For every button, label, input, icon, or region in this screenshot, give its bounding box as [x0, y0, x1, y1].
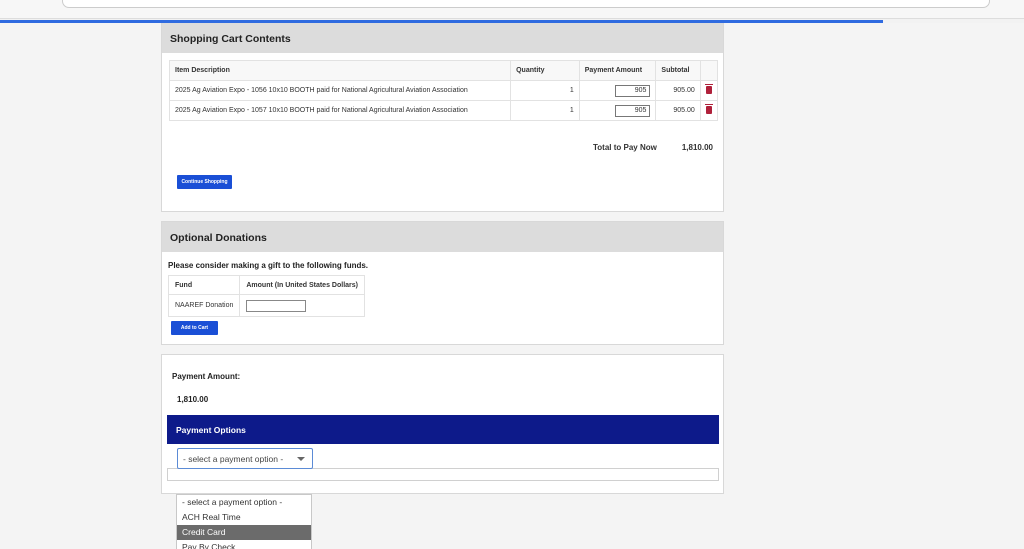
- fund-name: NAAREF Donation: [167, 294, 241, 317]
- total-value: 1,810.00: [681, 143, 713, 152]
- payment-option[interactable]: - select a payment option -: [177, 495, 311, 510]
- trash-icon[interactable]: [704, 83, 713, 94]
- donations-header-row: Fund Amount (In United States Dollars): [167, 275, 365, 295]
- optional-donations-panel: Optional Donations Please consider makin…: [161, 221, 724, 345]
- cart-heading: Shopping Cart Contents: [162, 23, 723, 53]
- payment-details-area: [167, 468, 719, 481]
- browser-toolbar: [0, 0, 1024, 19]
- cart-table: Item Description Quantity Payment Amount…: [168, 60, 719, 121]
- donations-intro: Please consider making a gift to the fol…: [168, 261, 369, 270]
- payment-amount-input[interactable]: 905: [615, 84, 651, 97]
- item-quantity: 1: [510, 100, 580, 121]
- total-label: Total to Pay Now: [593, 143, 657, 152]
- payment-option-dropdown: - select a payment option - ACH Real Tim…: [176, 494, 312, 549]
- col-item-description: Item Description: [168, 60, 512, 81]
- table-row: 2025 Ag Aviation Expo - 1056 10x10 BOOTH…: [168, 80, 719, 101]
- page-content: Shopping Cart Contents Item Description …: [0, 23, 1024, 549]
- add-to-cart-button[interactable]: Add to Cart: [171, 321, 218, 335]
- payment-option-select[interactable]: - select a payment option -: [177, 448, 313, 469]
- payment-options-heading: Payment Options: [167, 415, 719, 444]
- cart-header-row: Item Description Quantity Payment Amount…: [168, 60, 719, 81]
- continue-shopping-button[interactable]: Continue Shopping: [177, 175, 232, 189]
- select-value: - select a payment option -: [183, 454, 284, 464]
- item-description: 2025 Ag Aviation Expo - 1056 10x10 BOOTH…: [168, 80, 512, 101]
- col-quantity: Quantity: [510, 60, 580, 81]
- payment-option[interactable]: Pay By Check: [177, 540, 311, 549]
- trash-icon[interactable]: [704, 103, 713, 114]
- table-row: 2025 Ag Aviation Expo - 1057 10x10 BOOTH…: [168, 100, 719, 121]
- item-description: 2025 Ag Aviation Expo - 1057 10x10 BOOTH…: [168, 100, 512, 121]
- payment-amount-input[interactable]: 905: [615, 104, 651, 117]
- table-row: NAAREF Donation: [167, 294, 365, 317]
- payment-option[interactable]: ACH Real Time: [177, 510, 311, 525]
- item-quantity: 1: [510, 80, 580, 101]
- col-amount: Amount (In United States Dollars): [239, 275, 365, 295]
- item-subtotal: 905.00: [655, 80, 701, 101]
- shopping-cart-panel: Shopping Cart Contents Item Description …: [161, 23, 724, 212]
- payment-amount-value: 1,810.00: [177, 395, 209, 404]
- payment-amount-label: Payment Amount:: [172, 372, 241, 381]
- col-payment-amount: Payment Amount: [578, 60, 657, 81]
- address-bar[interactable]: [62, 0, 990, 8]
- col-fund: Fund: [167, 275, 241, 295]
- donations-heading: Optional Donations: [162, 222, 723, 252]
- donations-table: Fund Amount (In United States Dollars) N…: [167, 275, 365, 317]
- col-actions: [699, 60, 719, 81]
- col-subtotal: Subtotal: [655, 60, 701, 81]
- item-subtotal: 905.00: [655, 100, 701, 121]
- donation-amount-input[interactable]: [246, 299, 307, 312]
- chevron-down-icon: [297, 457, 305, 461]
- payment-panel: Payment Amount: 1,810.00 Payment Options…: [161, 354, 724, 494]
- payment-option[interactable]: Credit Card: [177, 525, 311, 540]
